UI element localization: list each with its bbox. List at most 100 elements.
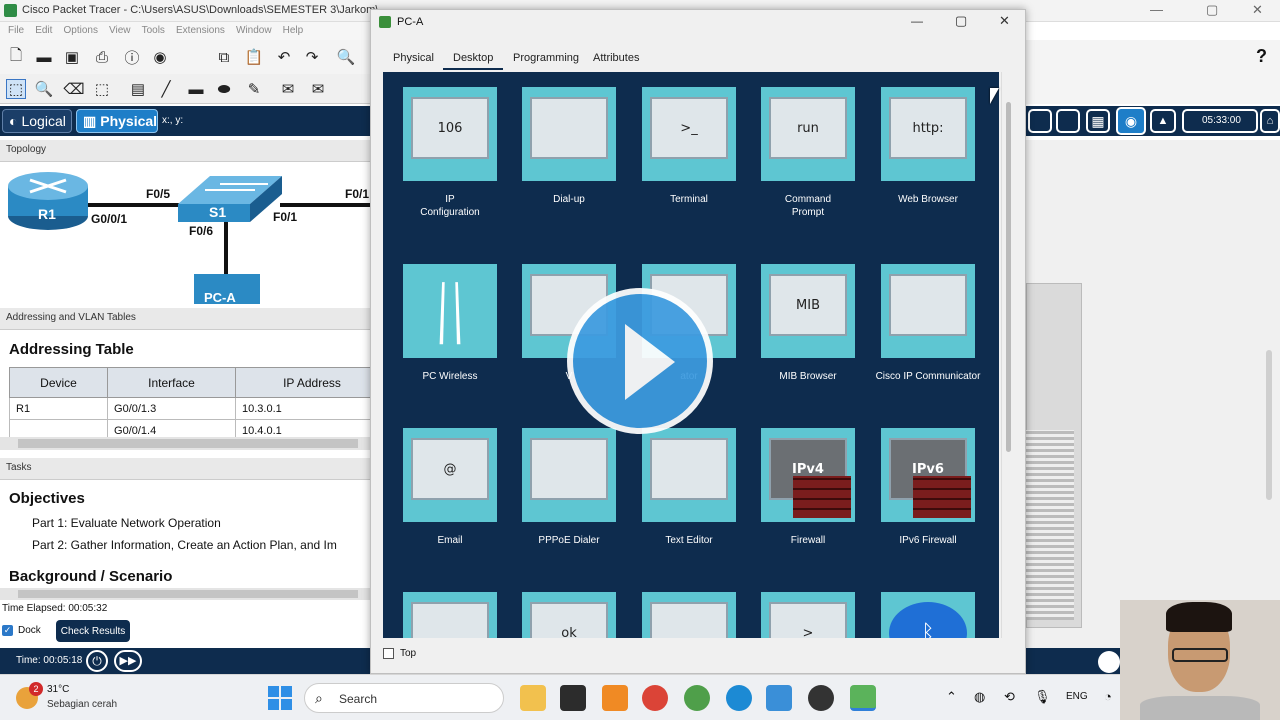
play-button[interactable]	[567, 288, 713, 434]
delete-icon[interactable]: ⌫	[63, 79, 84, 99]
desktop-app-email[interactable]: @ Email	[396, 428, 504, 547]
tab-physical[interactable]: Physical	[383, 50, 444, 70]
chevron-up-icon[interactable]: ⌃	[946, 689, 957, 705]
desktop-app-iox-ide[interactable]: ok	[515, 592, 623, 638]
open-folder-icon[interactable]: ▬	[34, 47, 54, 67]
help-icon[interactable]: ?	[1256, 46, 1267, 67]
menu-window[interactable]: Window	[236, 25, 272, 36]
fast-forward-icon[interactable]: ▶▶	[114, 650, 142, 672]
simple-pdu-icon[interactable]: ✉	[278, 79, 298, 99]
grid-icon[interactable]: ▦	[1086, 109, 1110, 133]
select-icon[interactable]: ⬚	[6, 79, 26, 99]
desktop-app-pppoe-dialer[interactable]: PPPoE Dialer	[515, 428, 623, 547]
network-info-icon[interactable]: ◉	[150, 47, 170, 67]
print-icon[interactable]: ⎙	[92, 47, 112, 67]
draw-line-icon[interactable]: ╱	[156, 79, 176, 99]
logical-mode-button[interactable]: ◐ Logical	[2, 109, 72, 133]
paste-icon[interactable]: 📋	[244, 47, 264, 67]
app-icon[interactable]	[808, 685, 834, 711]
menu-help[interactable]: Help	[283, 25, 304, 36]
switch-s1-icon[interactable]	[178, 176, 282, 222]
physical-mode-button[interactable]: ▥ Physical	[76, 109, 158, 133]
menu-file[interactable]: File	[8, 25, 24, 36]
draw-ellipse-icon[interactable]: ⬬	[214, 79, 234, 99]
close-icon[interactable]: ✕	[1252, 2, 1263, 18]
desktop-app-file-browser[interactable]	[635, 592, 743, 638]
close-icon[interactable]: ✕	[999, 13, 1010, 29]
desktop-app-ip-configuration[interactable]: 106 IP Configuration	[396, 87, 504, 219]
microphone-icon[interactable]: 🎙	[1034, 689, 1051, 705]
desktop-app-mib-browser[interactable]: MIB MIB Browser	[754, 264, 862, 383]
language-indicator[interactable]: ENG	[1066, 691, 1088, 702]
desktop-app-dialup-modem[interactable]: Dial-up	[515, 87, 623, 206]
power-cycle-icon[interactable]: ⏻	[86, 650, 108, 672]
maximize-icon[interactable]: ▢	[955, 13, 967, 29]
tab-attributes[interactable]: Attributes	[583, 50, 649, 70]
save-icon[interactable]: ▣	[62, 47, 82, 67]
undo-icon[interactable]: ↶	[274, 47, 294, 67]
desktop-app-web-browser[interactable]: http: Web Browser	[874, 87, 982, 206]
place-note-icon[interactable]: ▤	[128, 79, 148, 99]
tasks-scrollbar[interactable]	[0, 588, 370, 600]
navigation-icon[interactable]	[1056, 109, 1080, 133]
desktop-app-firewall[interactable]: IPv4 Firewall	[754, 428, 862, 547]
desktop-app-terminal[interactable]: >_ Terminal	[635, 87, 743, 206]
tray-icon[interactable]: ◍	[974, 689, 985, 705]
app-icon[interactable]	[766, 685, 792, 711]
home-icon[interactable]: ⌂	[1260, 109, 1280, 133]
minimize-icon[interactable]: —	[911, 14, 923, 28]
desktop-app-command-prompt[interactable]: run Command Prompt	[754, 87, 862, 219]
inspect-icon[interactable]: 🔍	[34, 79, 54, 99]
draw-rectangle-icon[interactable]: ▬	[186, 79, 206, 99]
realtime-icon[interactable]	[1098, 651, 1120, 673]
new-file-icon[interactable]: 🗋	[6, 47, 26, 67]
redo-icon[interactable]: ↷	[302, 47, 322, 67]
top-checkbox[interactable]	[383, 648, 394, 659]
complex-pdu-icon[interactable]: ✉	[308, 79, 328, 99]
desktop-scrollbar[interactable]	[1001, 72, 1015, 638]
cluster-icon[interactable]	[1028, 109, 1052, 133]
dock-checkbox[interactable]: ✓	[2, 625, 13, 636]
desktop-app-ipv6-firewall[interactable]: IPv6 IPv6 Firewall	[874, 428, 982, 547]
scroll-thumb[interactable]	[18, 590, 358, 598]
scrollbar[interactable]	[1266, 350, 1272, 500]
edge-icon[interactable]	[726, 685, 752, 711]
copy-icon[interactable]: ⧉	[214, 47, 234, 67]
tray-icon[interactable]: ⟲	[1004, 689, 1015, 705]
start-icon[interactable]	[268, 686, 292, 710]
scroll-thumb[interactable]	[1006, 102, 1011, 452]
menu-tools[interactable]: Tools	[142, 25, 165, 36]
sublime-icon[interactable]	[602, 685, 628, 711]
menu-options[interactable]: Options	[63, 25, 97, 36]
desktop-app-netflow-collector[interactable]	[396, 592, 504, 638]
terminal-icon[interactable]	[560, 685, 586, 711]
environment-icon[interactable]: ▲	[1150, 109, 1176, 133]
desktop-app-text-editor[interactable]: Text Editor	[635, 428, 743, 547]
check-results-button[interactable]: Check Results	[56, 620, 130, 642]
info-icon[interactable]: ⓘ	[122, 47, 142, 67]
packet-tracer-icon[interactable]	[850, 685, 876, 711]
zoom-in-icon[interactable]: 🔍	[336, 47, 356, 67]
taskbar-search[interactable]: ⌕ Search	[304, 683, 504, 713]
chrome-icon[interactable]	[642, 685, 668, 711]
menu-edit[interactable]: Edit	[35, 25, 52, 36]
desktop-app-telnet-ssh[interactable]: >	[754, 592, 862, 638]
desktop-app-pc-wireless[interactable]: PC Wireless	[396, 264, 504, 383]
desktop-app-bluetooth[interactable]: ᛒ	[874, 592, 982, 638]
wifi-icon[interactable]: ◔	[1104, 689, 1112, 704]
tab-desktop[interactable]: Desktop	[443, 50, 504, 70]
physical-canvas[interactable]	[1026, 140, 1280, 648]
minimize-icon[interactable]: —	[1150, 2, 1163, 17]
freeform-icon[interactable]: ✎	[244, 79, 264, 99]
menu-view[interactable]: View	[109, 25, 131, 36]
tab-programming[interactable]: Programming	[503, 50, 589, 70]
maximize-icon[interactable]: ▢	[1206, 2, 1218, 18]
wireless-icon[interactable]: ◉	[1116, 107, 1146, 135]
app-icon[interactable]	[684, 685, 710, 711]
menu-extensions[interactable]: Extensions	[176, 25, 225, 36]
desktop-app-ip-communicator[interactable]: Cisco IP Communicator	[874, 264, 982, 383]
resize-icon[interactable]: ⬚	[92, 79, 112, 99]
scroll-thumb[interactable]	[18, 439, 358, 448]
file-explorer-icon[interactable]	[520, 685, 546, 711]
addressing-scrollbar[interactable]	[0, 437, 370, 450]
